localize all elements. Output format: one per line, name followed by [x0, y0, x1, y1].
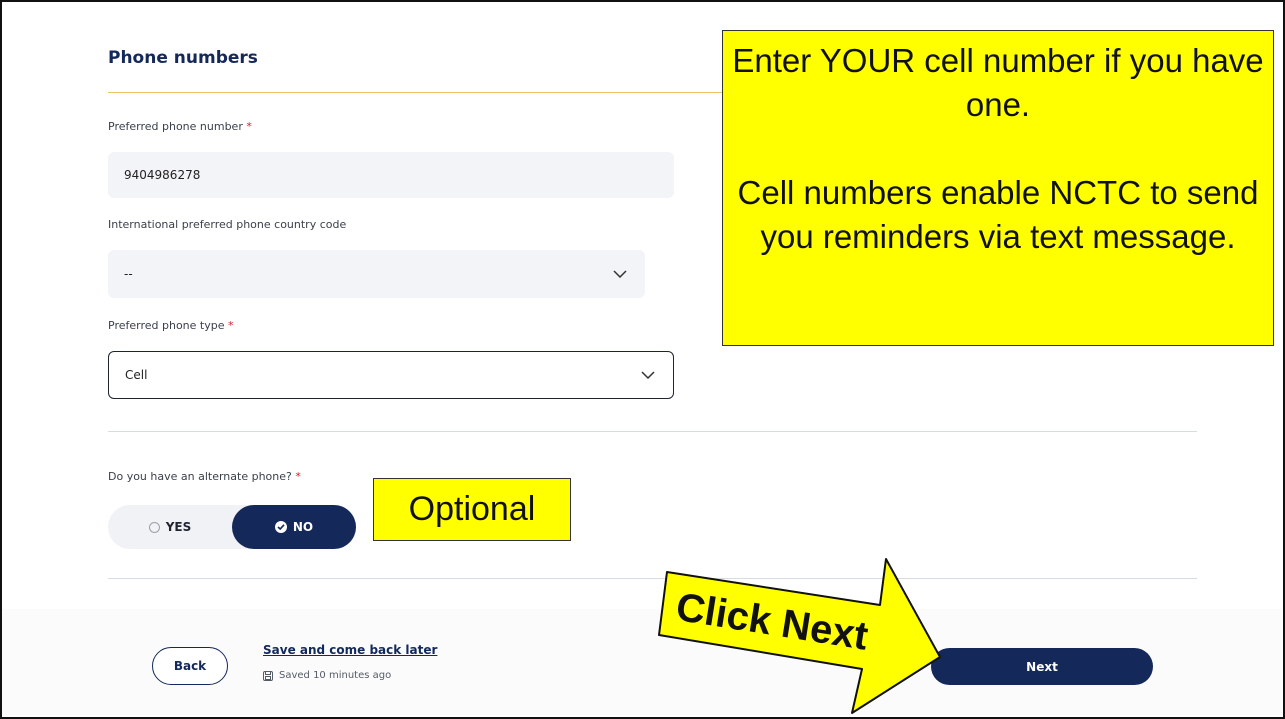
yes-label: YES: [165, 520, 192, 534]
required-mark: *: [246, 120, 252, 133]
title-divider: [108, 92, 722, 93]
optional-callout: Optional: [373, 478, 571, 541]
radio-empty-icon: [148, 521, 160, 533]
section-divider: [108, 578, 1197, 579]
chevron-down-icon: [641, 371, 655, 379]
save-later-link[interactable]: Save and come back later: [263, 643, 437, 657]
phone-type-label-text: Preferred phone type: [108, 319, 225, 332]
country-code-select[interactable]: --: [108, 250, 645, 298]
save-disk-icon: [263, 670, 273, 681]
phone-type-selected: Cell: [125, 368, 148, 382]
next-button[interactable]: Next: [931, 648, 1153, 685]
preferred-phone-input[interactable]: 9404986278: [108, 152, 674, 198]
alternate-phone-toggle: YES NO: [108, 505, 356, 549]
yes-option[interactable]: YES: [108, 505, 232, 549]
preferred-phone-label: Preferred phone number *: [108, 120, 252, 133]
chevron-down-icon: [613, 270, 627, 278]
no-option[interactable]: NO: [232, 505, 356, 549]
callout-line-2: Cell numbers enable NCTC to send you rem…: [737, 174, 1259, 255]
check-circle-icon: [274, 521, 287, 533]
required-mark: *: [227, 319, 234, 332]
required-mark: *: [295, 470, 301, 483]
section-divider: [108, 431, 1197, 432]
alternate-phone-label: Do you have an alternate phone? *: [108, 470, 301, 483]
no-label: NO: [292, 520, 314, 534]
back-button[interactable]: Back: [152, 647, 228, 685]
callout-line-1: Enter YOUR cell number if you have one.: [732, 42, 1264, 123]
country-code-selected: --: [124, 267, 133, 281]
phone-type-select[interactable]: Cell: [108, 351, 674, 399]
saved-status-text: Saved 10 minutes ago: [279, 670, 392, 681]
section-title: Phone numbers: [108, 48, 258, 68]
country-code-label: International preferred phone country co…: [108, 218, 347, 231]
instruction-callout: Enter YOUR cell number if you have one. …: [722, 30, 1274, 346]
preferred-phone-label-text: Preferred phone number: [108, 120, 243, 133]
alternate-phone-question: Do you have an alternate phone?: [108, 470, 292, 483]
saved-status: Saved 10 minutes ago: [263, 670, 391, 681]
preferred-phone-value: 9404986278: [124, 168, 201, 182]
phone-type-label: Preferred phone type *: [108, 319, 233, 332]
